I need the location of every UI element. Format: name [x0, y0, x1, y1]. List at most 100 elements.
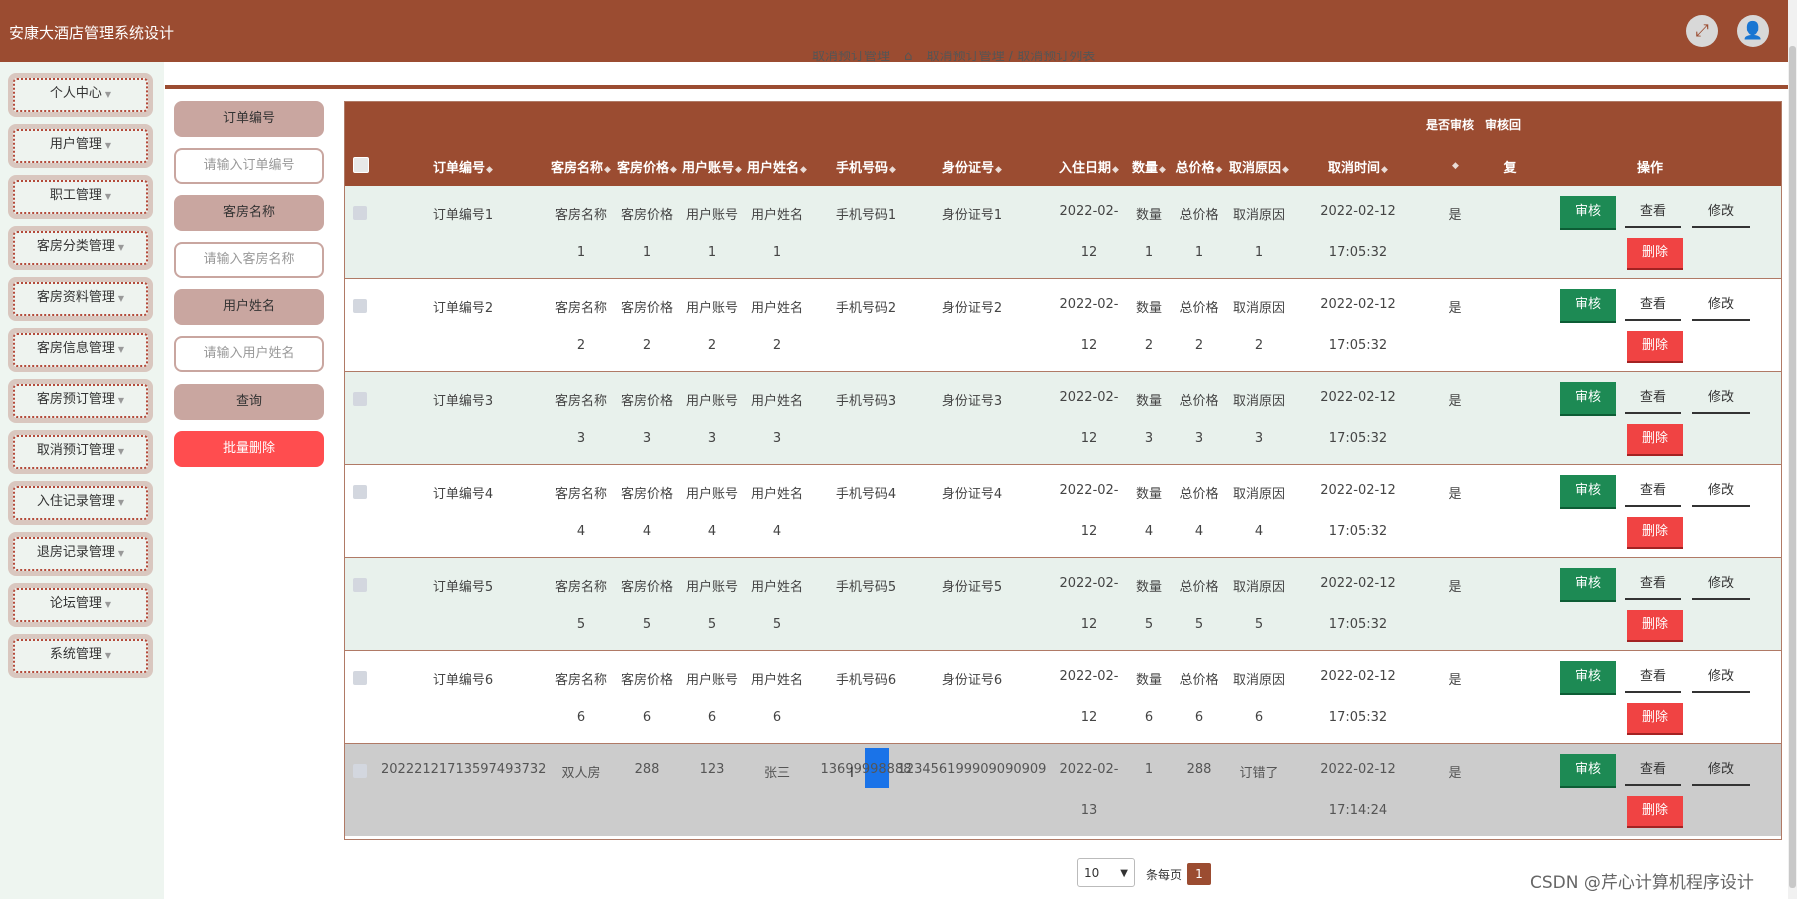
- view-button[interactable]: 查看: [1625, 756, 1681, 786]
- header-audit-sort[interactable]: ◆: [1440, 157, 1470, 172]
- cell-total-2: 5: [1194, 617, 1204, 632]
- batch-delete-button[interactable]: 批量删除: [174, 431, 324, 467]
- header-user-account[interactable]: 用户账号◆: [680, 157, 744, 176]
- audit-button[interactable]: 审核: [1560, 382, 1616, 414]
- edit-button[interactable]: 修改: [1692, 384, 1750, 414]
- sidebar-item[interactable]: 客房信息管理 ▼: [8, 328, 153, 372]
- header-quantity[interactable]: 数量◆: [1127, 157, 1171, 176]
- row-checkbox[interactable]: [353, 485, 367, 499]
- header-room-name[interactable]: 客房名称◆: [549, 157, 613, 176]
- table-header: 是否审核 审核回 订单编号◆ 客房名称◆ 客房价格◆ 用户账号◆ 用户姓名◆ 手…: [345, 102, 1781, 186]
- page-size-select[interactable]: 10 ▼: [1077, 858, 1135, 887]
- sidebar-item[interactable]: 客房分类管理 ▼: [8, 226, 153, 270]
- sidebar-item[interactable]: 客房预订管理 ▼: [8, 379, 153, 423]
- header-user-name[interactable]: 用户姓名◆: [745, 157, 809, 176]
- edit-button[interactable]: 修改: [1692, 477, 1750, 507]
- header-cancel-time[interactable]: 取消时间◆: [1310, 157, 1406, 176]
- cell-date-1: 2022-02-: [1059, 576, 1119, 591]
- cell-user-account-1: 123: [699, 762, 725, 777]
- view-button[interactable]: 查看: [1625, 198, 1681, 228]
- row-checkbox[interactable]: [353, 578, 367, 592]
- cell-audited: 是: [1448, 766, 1462, 781]
- sidebar-item[interactable]: 个人中心 ▼: [8, 73, 153, 117]
- header-room-price[interactable]: 客房价格◆: [615, 157, 679, 176]
- delete-button[interactable]: 删除: [1627, 331, 1683, 361]
- view-button[interactable]: 查看: [1625, 291, 1681, 321]
- user-name-input[interactable]: 请输入用户姓名: [174, 336, 324, 372]
- delete-button[interactable]: 删除: [1627, 517, 1683, 547]
- row-checkbox[interactable]: [353, 206, 367, 220]
- audit-button[interactable]: 审核: [1560, 289, 1616, 321]
- cell-date-2: 12: [1080, 431, 1098, 446]
- audit-button[interactable]: 审核: [1560, 754, 1616, 786]
- audit-button[interactable]: 审核: [1560, 196, 1616, 228]
- cell-room-price-2: 6: [642, 710, 652, 725]
- view-button[interactable]: 查看: [1625, 570, 1681, 600]
- audit-button[interactable]: 审核: [1560, 661, 1616, 693]
- table-row: 订单编号6 客房名称 6 客房价格 6 用户账号 6 用户姓名 6 手机号码6 身份证号6 2022-…: [345, 651, 1781, 745]
- row-checkbox[interactable]: [353, 299, 367, 313]
- page-scrollbar[interactable]: [1788, 0, 1797, 899]
- view-button[interactable]: 查看: [1625, 477, 1681, 507]
- edit-button[interactable]: 修改: [1692, 663, 1750, 693]
- sidebar-item[interactable]: 职工管理 ▼: [8, 175, 153, 219]
- chevron-down-icon: ▼: [117, 498, 125, 507]
- cell-qty-1: 数量: [1135, 208, 1162, 223]
- sidebar-item-inner: 入住记录管理 ▼: [13, 486, 148, 520]
- cell-time-1: 2022-02-12: [1320, 297, 1396, 312]
- select-all-checkbox[interactable]: [353, 157, 369, 173]
- data-table: 是否审核 审核回 订单编号◆ 客房名称◆ 客房价格◆ 用户账号◆ 用户姓名◆ 手…: [344, 101, 1782, 840]
- audit-button[interactable]: 审核: [1560, 475, 1616, 507]
- sidebar-item-label: 客房分类管理: [36, 239, 115, 254]
- header-total-price[interactable]: 总价格◆: [1171, 157, 1227, 176]
- sidebar-item[interactable]: 客房资料管理 ▼: [8, 277, 153, 321]
- room-name-input[interactable]: 请输入客房名称: [174, 242, 324, 278]
- user-icon[interactable]: 👤: [1737, 15, 1769, 47]
- cell-date-2: 12: [1080, 338, 1098, 353]
- sidebar-item-label: 客房预订管理: [36, 392, 115, 407]
- sidebar-item[interactable]: 用户管理 ▼: [8, 124, 153, 168]
- cell-phone: 手机号码3: [835, 394, 897, 409]
- order-no-input[interactable]: 请输入订单编号: [174, 148, 324, 184]
- page-number-1[interactable]: 1: [1187, 863, 1211, 885]
- header-checkin-date[interactable]: 入住日期◆: [1057, 157, 1121, 176]
- cell-user-name-1: 用户姓名: [750, 394, 803, 409]
- cell-user-name-2: 3: [772, 431, 782, 446]
- cell-audited: 是: [1448, 487, 1462, 502]
- header-cancel-reason[interactable]: 取消原因◆: [1227, 157, 1291, 176]
- sidebar-item[interactable]: 退房记录管理 ▼: [8, 532, 153, 576]
- edit-button[interactable]: 修改: [1692, 291, 1750, 321]
- cell-order-no: 订单编号6: [432, 673, 494, 688]
- cell-room-name-1: 双人房: [561, 766, 601, 781]
- home-icon[interactable]: ⌂: [904, 51, 912, 63]
- sidebar-item[interactable]: 取消预订管理 ▼: [8, 430, 153, 474]
- delete-button[interactable]: 删除: [1627, 424, 1683, 454]
- delete-button[interactable]: 删除: [1627, 610, 1683, 640]
- search-button[interactable]: 查询: [174, 384, 324, 420]
- header-phone[interactable]: 手机号码◆: [811, 157, 921, 176]
- row-checkbox[interactable]: [353, 392, 367, 406]
- cell-date-2: 12: [1080, 617, 1098, 632]
- fullscreen-icon[interactable]: ⤢: [1686, 15, 1718, 47]
- cell-id-card: 身份证号4: [941, 487, 1003, 502]
- cell-user-account-1: 用户账号: [685, 208, 738, 223]
- view-button[interactable]: 查看: [1625, 663, 1681, 693]
- header-order-no[interactable]: 订单编号◆: [403, 157, 523, 176]
- sidebar-item[interactable]: 论坛管理 ▼: [8, 583, 153, 627]
- sidebar-item[interactable]: 入住记录管理 ▼: [8, 481, 153, 525]
- delete-button[interactable]: 删除: [1627, 796, 1683, 826]
- edit-button[interactable]: 修改: [1692, 570, 1750, 600]
- cell-qty-1: 数量: [1135, 673, 1162, 688]
- row-checkbox[interactable]: [353, 671, 367, 685]
- sidebar-item[interactable]: 系统管理 ▼: [8, 634, 153, 678]
- view-button[interactable]: 查看: [1625, 384, 1681, 414]
- row-checkbox[interactable]: [353, 764, 367, 778]
- audit-button[interactable]: 审核: [1560, 568, 1616, 600]
- sidebar-item-label: 入住记录管理: [36, 494, 115, 509]
- edit-button[interactable]: 修改: [1692, 198, 1750, 228]
- header-id-card[interactable]: 身份证号◆: [907, 157, 1037, 176]
- delete-button[interactable]: 删除: [1627, 703, 1683, 733]
- scrollbar-thumb[interactable]: [1789, 46, 1796, 888]
- delete-button[interactable]: 删除: [1627, 238, 1683, 268]
- edit-button[interactable]: 修改: [1692, 756, 1750, 786]
